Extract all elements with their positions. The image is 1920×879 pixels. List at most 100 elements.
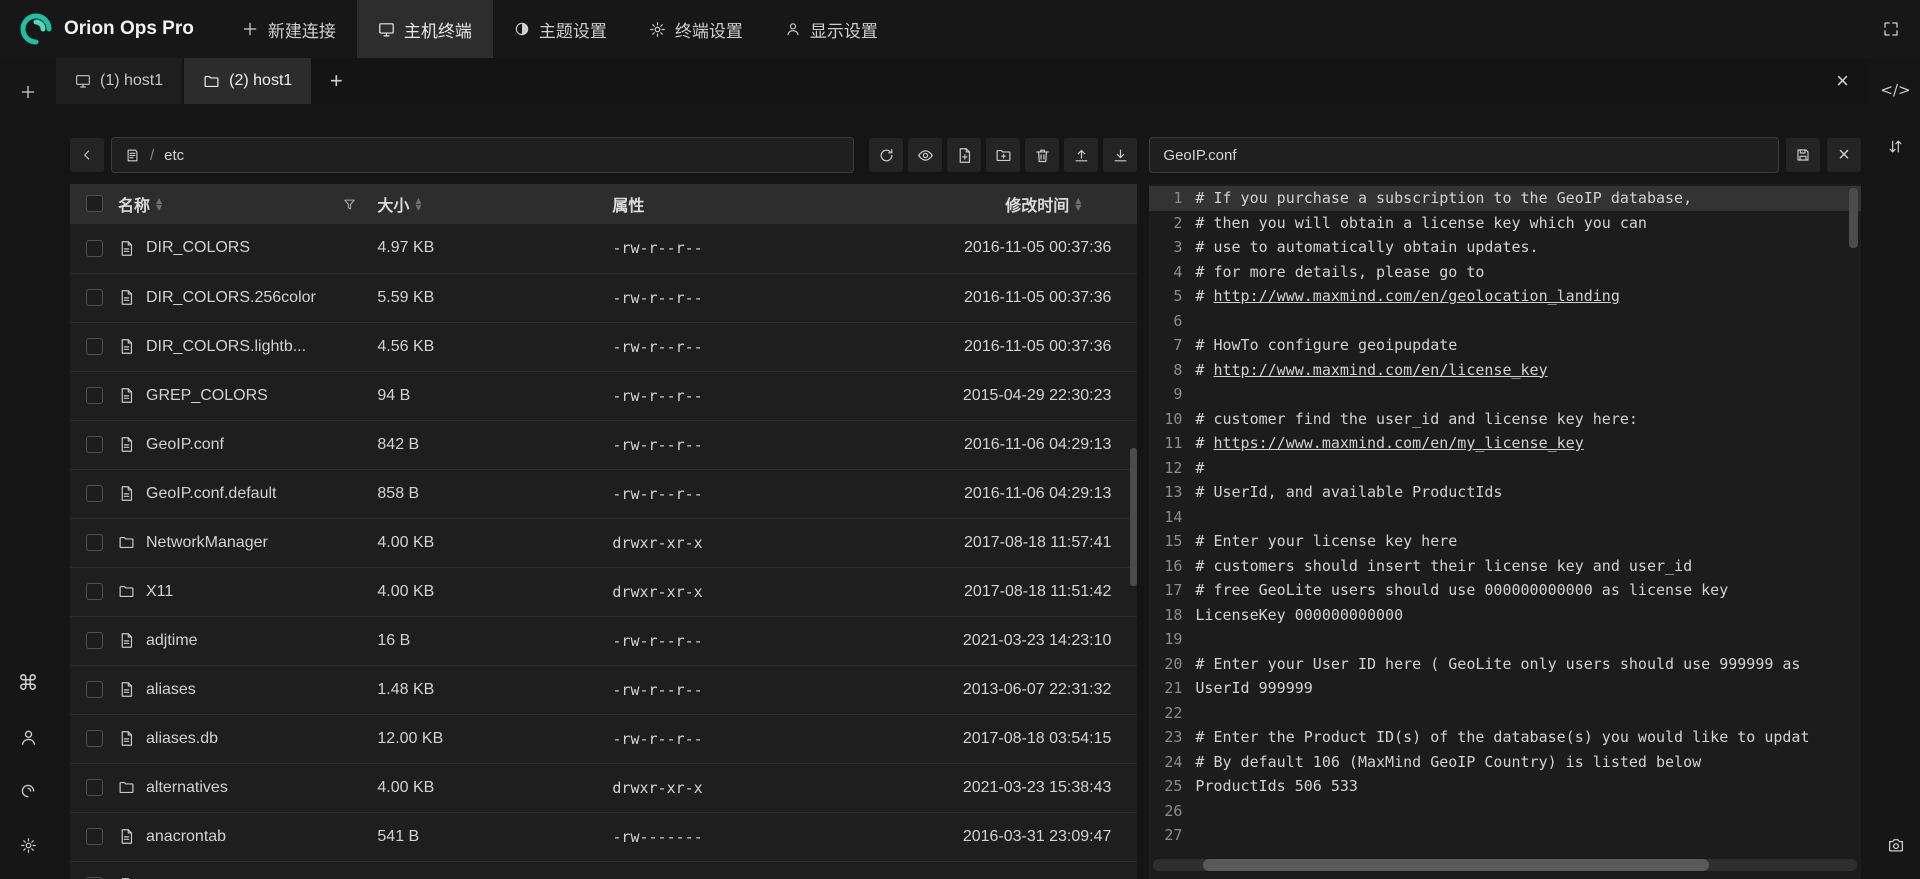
fullscreen-icon[interactable] [1882, 20, 1900, 38]
file-name[interactable]: aliases [146, 681, 196, 699]
row-checkbox[interactable] [86, 632, 103, 649]
preview-button[interactable] [908, 138, 942, 172]
sort-size-icon[interactable]: ▲▼ [415, 197, 421, 211]
file-name[interactable]: X11 [146, 583, 173, 601]
download-button[interactable] [1103, 138, 1137, 172]
file-name[interactable]: DIR_COLORS.256color [146, 289, 316, 307]
link[interactable]: http://www.maxmind.com/en/license_key [1213, 361, 1547, 379]
column-mtime[interactable]: 修改时间 [1005, 192, 1069, 216]
back-button[interactable] [70, 138, 104, 172]
editor-vscrollbar[interactable] [1849, 188, 1858, 248]
code-line[interactable]: 27 [1149, 823, 1861, 848]
table-row[interactable]: NetworkManager4.00 KBdrwxr-xr-x2017-08-1… [70, 518, 1137, 567]
table-row[interactable]: DIR_COLORS4.97 KB-rw-r--r--2016-11-05 00… [70, 224, 1137, 273]
row-checkbox[interactable] [86, 730, 103, 747]
breadcrumb[interactable]: / etc [111, 137, 854, 173]
row-checkbox[interactable] [86, 485, 103, 502]
code-line[interactable]: 22 [1149, 701, 1861, 726]
table-row[interactable]: DIR_COLORS.lightb...4.56 KB-rw-r--r--201… [70, 322, 1137, 371]
code-line[interactable]: 6 [1149, 309, 1861, 334]
code-line[interactable]: 17# free GeoLite users should use 000000… [1149, 578, 1861, 603]
code-line[interactable]: 1# If you purchase a subscription to the… [1149, 186, 1861, 211]
row-checkbox[interactable] [86, 338, 103, 355]
code-line[interactable]: 13# UserId, and available ProductIds [1149, 480, 1861, 505]
file-name[interactable]: adjtime [146, 632, 198, 650]
new-connection-button[interactable] [10, 74, 46, 110]
column-name[interactable]: 名称 [118, 192, 150, 216]
delete-button[interactable] [1025, 138, 1059, 172]
code-view-button[interactable]: </> [1878, 72, 1914, 108]
new-folder-button[interactable] [986, 138, 1020, 172]
code-line[interactable]: 8# http://www.maxmind.com/en/license_key [1149, 358, 1861, 383]
file-list-scrollbar[interactable] [1130, 448, 1137, 586]
editor-hscrollbar[interactable] [1153, 859, 1857, 871]
code-line[interactable]: 26 [1149, 799, 1861, 824]
table-row[interactable]: aliases.db12.00 KB-rw-r--r--2017-08-18 0… [70, 714, 1137, 763]
menu-item-1[interactable]: 主机终端 [357, 0, 493, 58]
row-checkbox[interactable] [86, 289, 103, 306]
shortcut-keys-button[interactable]: ⌘ [10, 665, 46, 701]
link[interactable]: https://www.maxmind.com/en/my_license_ke… [1213, 434, 1583, 452]
table-row[interactable]: GREP_COLORS94 B-rw-r--r--2015-04-29 22:3… [70, 371, 1137, 420]
save-button[interactable] [1786, 138, 1820, 172]
theme-button[interactable] [10, 773, 46, 809]
filename-input[interactable]: GeoIP.conf [1149, 137, 1779, 173]
code-line[interactable]: 24# By default 106 (MaxMind GeoIP Countr… [1149, 750, 1861, 775]
table-row[interactable]: DIR_COLORS.256color5.59 KB-rw-r--r--2016… [70, 273, 1137, 322]
row-checkbox[interactable] [86, 240, 103, 257]
row-checkbox[interactable] [86, 583, 103, 600]
column-size[interactable]: 大小 [377, 192, 409, 216]
file-name[interactable]: anacrontab [146, 828, 226, 846]
menu-item-4[interactable]: 显示设置 [764, 0, 899, 58]
code-line[interactable]: 16# customers should insert their licens… [1149, 554, 1861, 579]
table-row[interactable]: GeoIP.conf.default858 B-rw-r--r--2016-11… [70, 469, 1137, 518]
row-checkbox[interactable] [86, 681, 103, 698]
table-row[interactable] [70, 861, 1137, 879]
table-row[interactable]: aliases1.48 KB-rw-r--r--2013-06-07 22:31… [70, 665, 1137, 714]
new-file-button[interactable] [947, 138, 981, 172]
file-name[interactable]: GeoIP.conf [146, 436, 224, 454]
sort-name-icon[interactable]: ▲▼ [156, 197, 162, 211]
menu-item-0[interactable]: 新建连接 [220, 0, 357, 58]
menu-item-3[interactable]: 终端设置 [628, 0, 764, 58]
new-tab-button[interactable]: + [313, 58, 359, 104]
file-name[interactable]: DIR_COLORS [146, 239, 250, 257]
code-line[interactable]: 21UserId 999999 [1149, 676, 1861, 701]
settings-button[interactable] [10, 827, 46, 863]
sort-mtime-icon[interactable]: ▲▼ [1075, 197, 1081, 211]
code-line[interactable]: 7# HowTo configure geoipupdate [1149, 333, 1861, 358]
table-row[interactable]: anacrontab541 B-rw-------2016-03-31 23:0… [70, 812, 1137, 861]
upload-button[interactable] [1064, 138, 1098, 172]
row-checkbox[interactable] [86, 436, 103, 453]
row-checkbox[interactable] [86, 779, 103, 796]
code-line[interactable]: 4# for more details, please go to [1149, 260, 1861, 285]
editor-close-button[interactable]: × [1827, 138, 1861, 172]
table-row[interactable]: adjtime16 B-rw-r--r--2021-03-23 14:23:10 [70, 616, 1137, 665]
code-line[interactable]: 11# https://www.maxmind.com/en/my_licens… [1149, 431, 1861, 456]
close-icon[interactable]: × [1836, 70, 1849, 92]
code-line[interactable]: 12# [1149, 456, 1861, 481]
code-line[interactable]: 10# customer find the user_id and licens… [1149, 407, 1861, 432]
code-line[interactable]: 2# then you will obtain a license key wh… [1149, 211, 1861, 236]
code-line[interactable]: 19 [1149, 627, 1861, 652]
table-row[interactable]: GeoIP.conf842 B-rw-r--r--2016-11-06 04:2… [70, 420, 1137, 469]
code-line[interactable]: 3# use to automatically obtain updates. [1149, 235, 1861, 260]
file-name[interactable]: GeoIP.conf.default [146, 485, 276, 503]
code-line[interactable]: 25ProductIds 506 533 [1149, 774, 1861, 799]
link[interactable]: http://www.maxmind.com/en/geolocation_la… [1213, 287, 1619, 305]
code-line[interactable]: 18LicenseKey 000000000000 [1149, 603, 1861, 628]
code-line[interactable]: 23# Enter the Product ID(s) of the datab… [1149, 725, 1861, 750]
file-name[interactable]: alternatives [146, 779, 228, 797]
row-checkbox[interactable] [86, 534, 103, 551]
table-row[interactable]: alternatives4.00 KBdrwxr-xr-x2021-03-23 … [70, 763, 1137, 812]
code-line[interactable]: 5# http://www.maxmind.com/en/geolocation… [1149, 284, 1861, 309]
hscroll-thumb[interactable] [1203, 859, 1710, 871]
filter-icon[interactable] [342, 197, 357, 212]
tab-1[interactable]: (2) host1 [184, 58, 311, 104]
file-name[interactable]: GREP_COLORS [146, 387, 268, 405]
menu-item-2[interactable]: 主题设置 [493, 0, 628, 58]
screenshot-button[interactable] [1878, 827, 1914, 863]
code-line[interactable]: 9 [1149, 382, 1861, 407]
breadcrumb-path[interactable]: etc [164, 147, 184, 164]
sort-lines-button[interactable] [1878, 128, 1914, 164]
